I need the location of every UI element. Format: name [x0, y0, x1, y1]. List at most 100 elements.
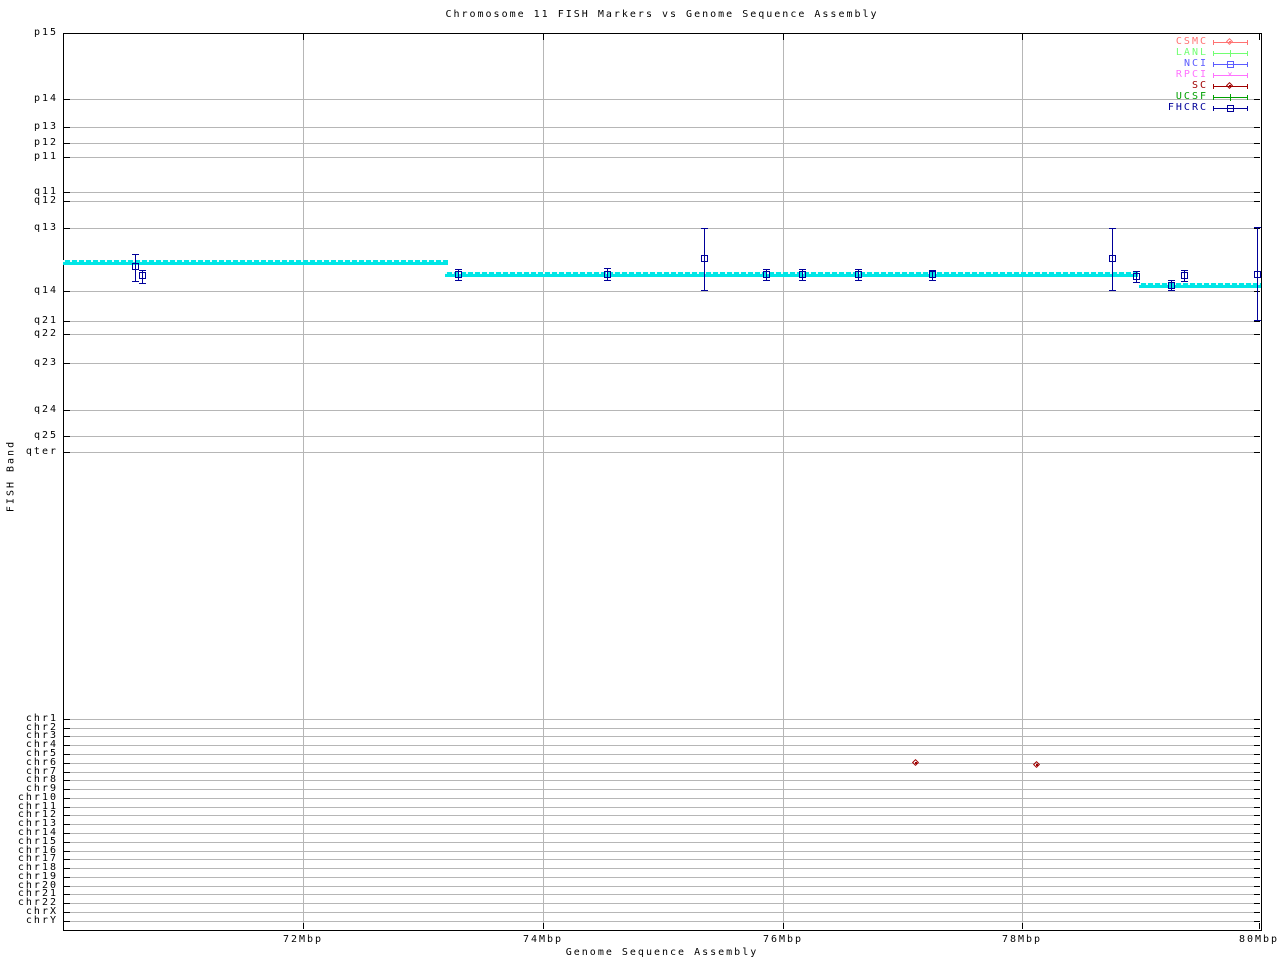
legend-label-csmc: CSMC [1175, 36, 1208, 47]
y-tick-mark [1254, 33, 1260, 34]
x-tick-mark [303, 923, 304, 929]
gridline-horizontal [64, 452, 1260, 453]
y-tick-mark [1254, 798, 1260, 799]
gridline-horizontal [64, 886, 1260, 887]
y-tick-mark [64, 728, 70, 729]
legend-sample-cap [1213, 95, 1214, 100]
y-tick-mark [1254, 728, 1260, 729]
band-label: p15 [33, 27, 58, 38]
fhcrc-error-cap [1109, 290, 1116, 291]
legend-rpci-x-marker: × [1227, 70, 1233, 80]
gridline-horizontal [64, 894, 1260, 895]
sc-point-diamond-dot [1036, 764, 1038, 766]
fhcrc-error-cap [1133, 282, 1140, 283]
gridline-horizontal [64, 363, 1260, 364]
gridline-horizontal [64, 877, 1260, 878]
y-tick-mark [1254, 99, 1260, 100]
legend-sample-cap [1247, 106, 1248, 111]
y-tick-mark [64, 824, 70, 825]
y-tick-mark [1254, 824, 1260, 825]
x-tick-label: 74Mbp [522, 934, 564, 945]
band-label: q14 [33, 285, 58, 296]
gridline-horizontal [64, 736, 1260, 737]
legend-ucsf-plus-marker [1230, 94, 1231, 101]
gridline-horizontal [64, 859, 1260, 860]
fhcrc-error-cap [701, 290, 708, 291]
band-label: q22 [33, 328, 58, 339]
y-tick-mark [64, 868, 70, 869]
y-tick-mark [64, 807, 70, 808]
fhcrc-point-square-marker [132, 263, 139, 270]
chart-canvas: Chromosome 11 FISH Markers vs Genome Seq… [0, 0, 1280, 960]
y-tick-mark [64, 921, 70, 922]
x-tick-label: 76Mbp [762, 934, 804, 945]
y-tick-mark [64, 815, 70, 816]
y-tick-mark [64, 143, 70, 144]
gridline-horizontal [64, 815, 1260, 816]
y-tick-mark [64, 410, 70, 411]
y-tick-mark [64, 833, 70, 834]
legend-sample-cap [1247, 62, 1248, 67]
gridline-vertical [303, 34, 304, 929]
y-tick-mark [1254, 334, 1260, 335]
y-tick-mark [1254, 894, 1260, 895]
gridline-horizontal [64, 334, 1260, 335]
legend-sample-cap [1213, 51, 1214, 56]
fhcrc-error-cap [1254, 227, 1261, 228]
gridline-horizontal [64, 157, 1260, 158]
gridline-horizontal [64, 833, 1260, 834]
y-tick-mark [64, 763, 70, 764]
fhcrc-point-square-marker [763, 271, 770, 278]
fhcrc-error-cap [799, 280, 806, 281]
fhcrc-point-square-marker [1254, 271, 1261, 278]
band-label: q13 [33, 222, 58, 233]
band-label: p11 [33, 151, 58, 162]
fhcrc-error-cap [799, 269, 806, 270]
gridline-horizontal [64, 745, 1260, 746]
fhcrc-point-square-marker [455, 271, 462, 278]
x-tick-mark [1022, 923, 1023, 929]
legend-sample-cap [1213, 106, 1214, 111]
y-tick-mark [64, 321, 70, 322]
fhcrc-error-cap [1254, 320, 1261, 321]
y-tick-mark [1254, 754, 1260, 755]
gridline-horizontal [64, 780, 1260, 781]
fhcrc-point-square-marker [1168, 282, 1175, 289]
gridline-vertical [783, 34, 784, 929]
y-tick-mark [1254, 436, 1260, 437]
y-tick-mark [64, 789, 70, 790]
fhcrc-point-square-marker [799, 271, 806, 278]
gridline-horizontal [64, 127, 1260, 128]
y-tick-mark [64, 99, 70, 100]
y-tick-mark [64, 436, 70, 437]
fhcrc-error-cap [701, 228, 708, 229]
y-tick-mark [64, 127, 70, 128]
y-tick-mark [64, 334, 70, 335]
band-label: q21 [33, 315, 58, 326]
gridline-horizontal [64, 851, 1260, 852]
y-tick-mark [1254, 903, 1260, 904]
band-label: p12 [33, 137, 58, 148]
x-tick-mark [303, 34, 304, 40]
y-tick-mark [64, 754, 70, 755]
legend-sample-cap [1247, 40, 1248, 45]
legend-sample-cap [1213, 62, 1214, 67]
fhcrc-error-cap [132, 254, 139, 255]
fhcrc-point-square-marker [701, 255, 708, 262]
legend-sample-cap [1247, 73, 1248, 78]
x-tick-label: 80Mbp [1238, 934, 1280, 945]
y-tick-mark [1254, 363, 1260, 364]
fhcrc-error-cap [139, 270, 146, 271]
gridline-horizontal [64, 410, 1260, 411]
legend-sample-cap [1213, 40, 1214, 45]
x-tick-mark [543, 34, 544, 40]
x-tick-label: 72Mbp [282, 934, 324, 945]
fhcrc-point-square-marker [929, 271, 936, 278]
y-tick-mark [1254, 780, 1260, 781]
y-tick-mark [1254, 745, 1260, 746]
gridline-horizontal [64, 719, 1260, 720]
y-tick-mark [1254, 877, 1260, 878]
y-tick-mark [1254, 192, 1260, 193]
band-label: p13 [33, 121, 58, 132]
legend-label-lanl: LANL [1175, 47, 1208, 58]
